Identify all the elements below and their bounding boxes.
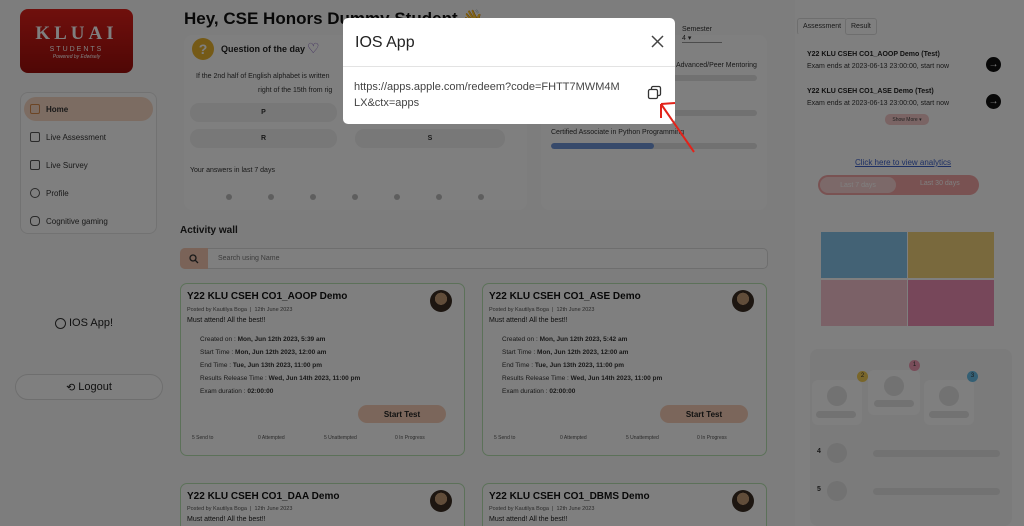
dialog-title: IOS App <box>355 34 415 51</box>
close-icon[interactable] <box>650 34 665 49</box>
app-store-redeem-link: https://apps.apple.com/redeem?code=FHTT7… <box>354 81 620 109</box>
pointer-arrow-icon <box>660 102 695 153</box>
dialog-divider <box>343 66 675 67</box>
